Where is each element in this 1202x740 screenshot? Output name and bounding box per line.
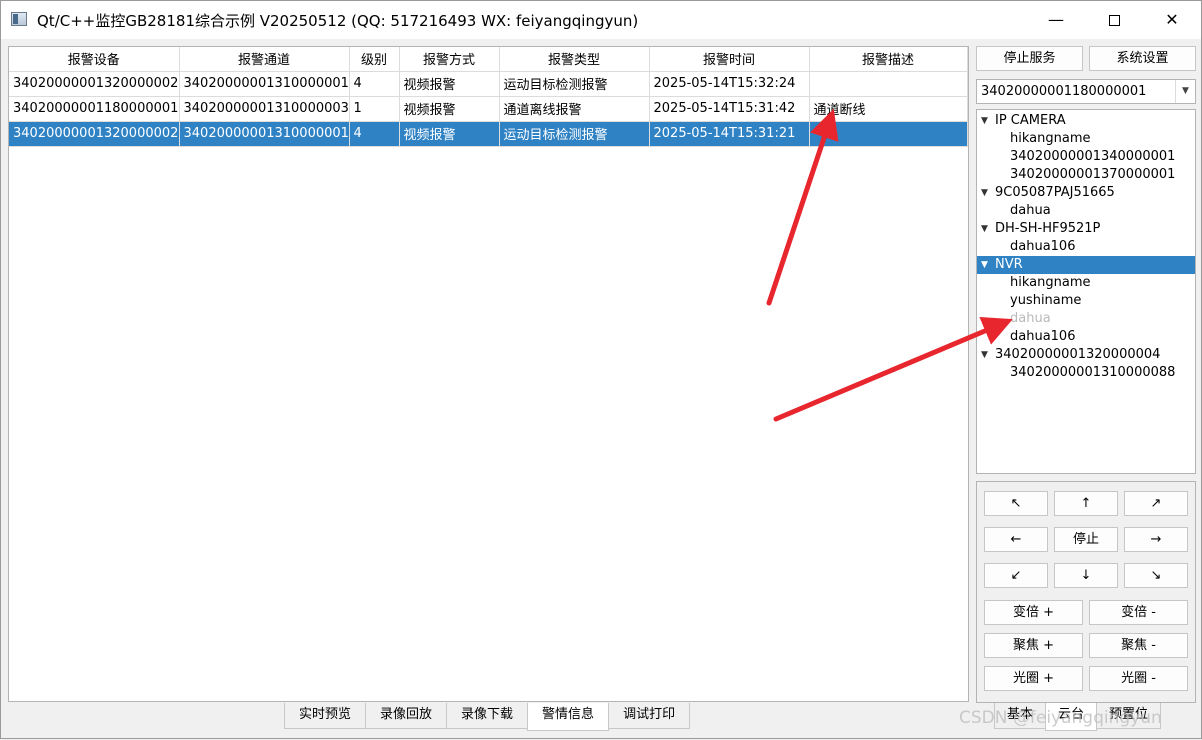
chevron-down-icon[interactable]: ▼ [1175,80,1195,103]
minimize-button[interactable]: — [1027,1,1085,39]
tree-node[interactable]: ▼ DH-SH-HF9521P [977,220,1195,238]
focus-out-button[interactable]: 聚焦 - [1089,633,1188,658]
ptz-right-button[interactable]: → [1124,527,1188,552]
cell-time: 2025-05-14T15:32:24 [649,71,810,97]
iris-out-button[interactable]: 光圈 - [1089,666,1188,691]
cell-channel: 34020000001310000003 [179,96,350,122]
expand-arrow-icon[interactable]: ▼ [981,112,988,130]
tree-leaf[interactable]: hikangname [977,274,1195,292]
expand-arrow-icon[interactable]: ▼ [981,256,988,274]
cell-device: 34020000001320000002 [9,121,180,147]
window-title: Qt/C++监控GB28181综合示例 V20250512 (QQ: 51721… [37,12,639,30]
tree-node-selected[interactable]: ▼ NVR [977,256,1195,274]
cell-time: 2025-05-14T15:31:21 [649,121,810,147]
app-icon [11,12,27,26]
table-row[interactable]: 34020000001320000002 3402000000131000000… [9,71,968,97]
ptz-up-left-button[interactable]: ↖ [984,491,1048,516]
cell-desc [809,121,968,147]
cell-desc: 通道断线 [809,96,968,122]
ptz-down-right-button[interactable]: ↘ [1124,563,1188,588]
tree-leaf[interactable]: dahua106 [977,328,1195,346]
expand-arrow-icon[interactable]: ▼ [981,184,988,202]
tab-alarm-info[interactable]: 警情信息 [527,703,610,731]
col-header-channel[interactable]: 报警通道 [179,47,350,72]
tree-leaf[interactable]: hikangname [977,130,1195,148]
col-header-time[interactable]: 报警时间 [649,47,810,72]
tree-leaf[interactable]: 34020000001340000001 [977,148,1195,166]
cell-level: 4 [349,121,400,147]
col-header-device[interactable]: 报警设备 [9,47,180,72]
cell-method: 视频报警 [399,71,500,97]
ptz-down-button[interactable]: ↓ [1054,563,1118,588]
tree-node[interactable]: ▼ 9C05087PAJ51665 [977,184,1195,202]
cell-method: 视频报警 [399,96,500,122]
table-row[interactable]: 34020000001180000001 3402000000131000000… [9,96,968,122]
maximize-button[interactable] [1085,1,1143,39]
cell-desc [809,71,968,97]
table-row-selected[interactable]: 34020000001320000002 3402000000131000000… [9,121,968,147]
col-header-type[interactable]: 报警类型 [499,47,650,72]
tree-leaf[interactable]: 34020000001370000001 [977,166,1195,184]
cell-device: 34020000001180000001 [9,96,180,122]
tree-leaf-offline[interactable]: dahua [977,310,1195,328]
col-header-method[interactable]: 报警方式 [399,47,500,72]
zoom-out-button[interactable]: 变倍 - [1089,600,1188,625]
tab-debug-print[interactable]: 调试打印 [608,703,691,729]
main-window: Qt/C++监控GB28181综合示例 V20250512 (QQ: 51721… [0,0,1202,739]
maximize-icon [1108,15,1120,26]
tree-leaf[interactable]: dahua106 [977,238,1195,256]
tab-live-preview[interactable]: 实时预览 [284,703,367,729]
close-button[interactable]: ✕ [1143,1,1201,39]
cell-channel: 34020000001310000001 [179,71,350,97]
col-header-level[interactable]: 级别 [349,47,400,72]
tab-playback[interactable]: 录像回放 [365,703,448,729]
cell-device: 34020000001320000002 [9,71,180,97]
tree-node[interactable]: ▼ IP CAMERA [977,112,1195,130]
ptz-left-button[interactable]: ← [984,527,1048,552]
zoom-in-button[interactable]: 变倍 + [984,600,1083,625]
watermark: CSDN @feiyangqingyun [959,708,1162,728]
ptz-down-left-button[interactable]: ↙ [984,563,1048,588]
ptz-up-button[interactable]: ↑ [1054,491,1118,516]
cell-level: 4 [349,71,400,97]
tree-leaf[interactable]: 34020000001310000088 [977,364,1195,382]
cell-channel: 34020000001310000001 [179,121,350,147]
tree-leaf[interactable]: yushiname [977,292,1195,310]
tree-node[interactable]: ▼ 34020000001320000004 [977,346,1195,364]
device-select-value: 34020000001180000001 [981,84,1147,99]
expand-arrow-icon[interactable]: ▼ [981,220,988,238]
cell-time: 2025-05-14T15:31:42 [649,96,810,122]
system-settings-button[interactable]: 系统设置 [1089,46,1196,71]
iris-in-button[interactable]: 光圈 + [984,666,1083,691]
device-tree[interactable]: ▼ IP CAMERA hikangname 340200000013400000… [976,109,1196,474]
col-header-desc[interactable]: 报警描述 [809,47,968,72]
title-bar: Qt/C++监控GB28181综合示例 V20250512 (QQ: 51721… [1,1,1201,39]
focus-in-button[interactable]: 聚焦 + [984,633,1083,658]
tree-leaf[interactable]: dahua [977,202,1195,220]
cell-method: 视频报警 [399,121,500,147]
table-header-row: 报警设备 报警通道 级别 报警方式 报警类型 报警时间 报警描述 [9,47,968,72]
ptz-up-right-button[interactable]: ↗ [1124,491,1188,516]
alarm-table[interactable]: 报警设备 报警通道 级别 报警方式 报警类型 报警时间 报警描述 3402000… [8,46,969,702]
stop-service-button[interactable]: 停止服务 [976,46,1083,71]
tab-download[interactable]: 录像下载 [446,703,529,729]
cell-type: 通道离线报警 [499,96,650,122]
device-select[interactable]: 34020000001180000001 ▼ [976,79,1196,104]
cell-type: 运动目标检测报警 [499,71,650,97]
ptz-stop-button[interactable]: 停止 [1054,527,1118,552]
cell-type: 运动目标检测报警 [499,121,650,147]
expand-arrow-icon[interactable]: ▼ [981,346,988,364]
cell-level: 1 [349,96,400,122]
bottom-tab-bar: 实时预览 录像回放 录像下载 警情信息 调试打印 [284,703,691,731]
